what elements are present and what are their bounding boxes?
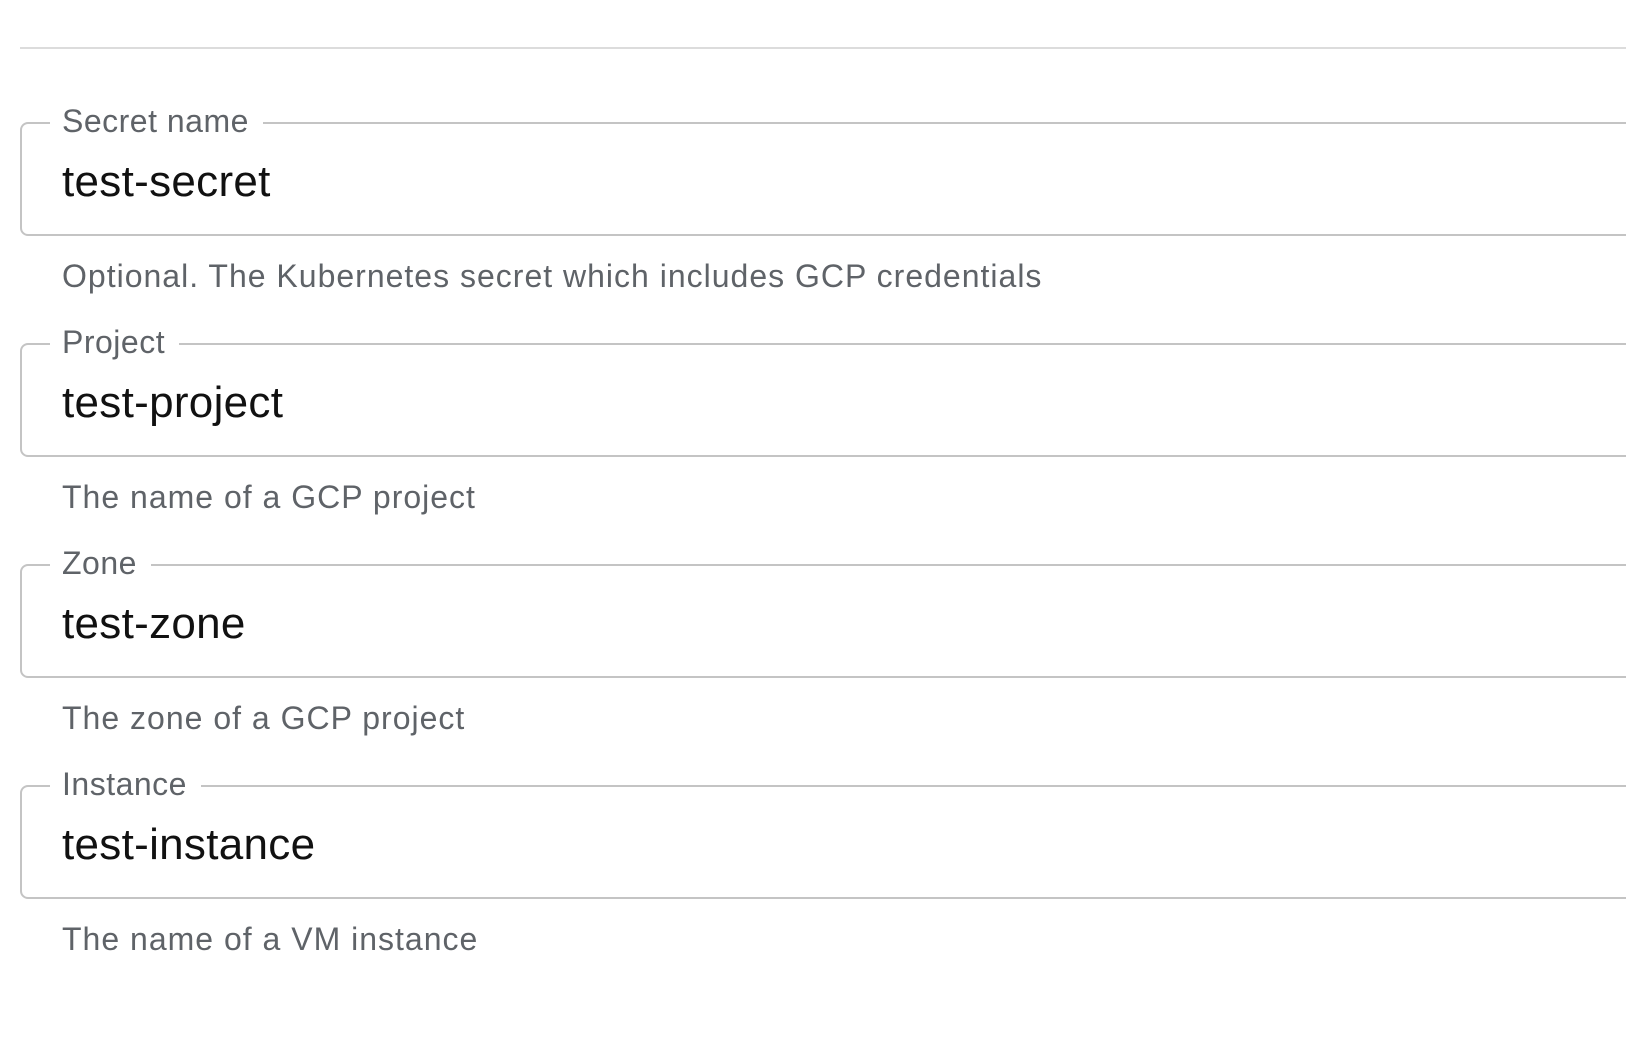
secret-name-field[interactable]: Secret name Optional. The Kubernetes sec… xyxy=(20,103,1626,294)
instance-label: Instance xyxy=(50,766,201,802)
gcp-settings-form-page: Secret name Optional. The Kubernetes sec… xyxy=(0,0,1626,1058)
instance-helper-text: The name of a VM instance xyxy=(62,921,479,957)
gcp-settings-form: Secret name Optional. The Kubernetes sec… xyxy=(20,103,1626,957)
project-field[interactable]: Project The name of a GCP project xyxy=(20,324,1626,515)
project-label: Project xyxy=(50,324,180,360)
zone-field[interactable]: Zone The zone of a GCP project xyxy=(20,545,1626,736)
instance-input[interactable] xyxy=(62,819,1562,871)
zone-input[interactable] xyxy=(62,598,1562,650)
project-helper-text: The name of a GCP project xyxy=(62,479,476,515)
zone-helper-text: The zone of a GCP project xyxy=(62,700,466,736)
top-divider xyxy=(20,47,1626,49)
instance-field[interactable]: Instance The name of a VM instance xyxy=(20,766,1626,957)
secret-name-input[interactable] xyxy=(62,156,1562,208)
secret-name-label: Secret name xyxy=(50,103,263,139)
zone-label: Zone xyxy=(50,545,151,581)
project-input[interactable] xyxy=(62,377,1562,429)
secret-name-helper-text: Optional. The Kubernetes secret which in… xyxy=(62,258,1043,294)
